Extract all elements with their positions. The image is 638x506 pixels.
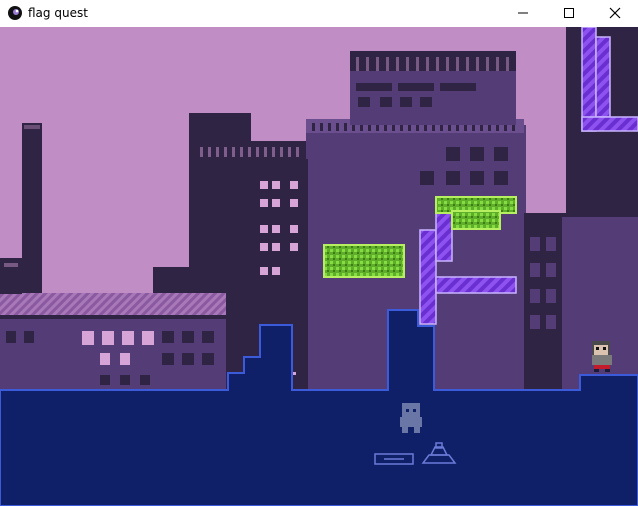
game-window: flag quest (0, 0, 638, 506)
game-canvas[interactable] (0, 27, 638, 506)
sparkle (440, 47, 442, 51)
minimize-button[interactable] (500, 0, 546, 27)
minimize-icon (518, 12, 528, 14)
close-icon (609, 7, 621, 19)
close-button[interactable] (592, 0, 638, 27)
game-scene (0, 27, 638, 506)
sparkle (293, 372, 296, 375)
maximize-button[interactable] (546, 0, 592, 27)
player-character (592, 341, 612, 372)
window-title: flag quest (28, 6, 88, 20)
flag-quest-app-icon (8, 6, 22, 20)
title-bar[interactable]: flag quest (0, 0, 638, 27)
maximize-icon (564, 8, 574, 18)
